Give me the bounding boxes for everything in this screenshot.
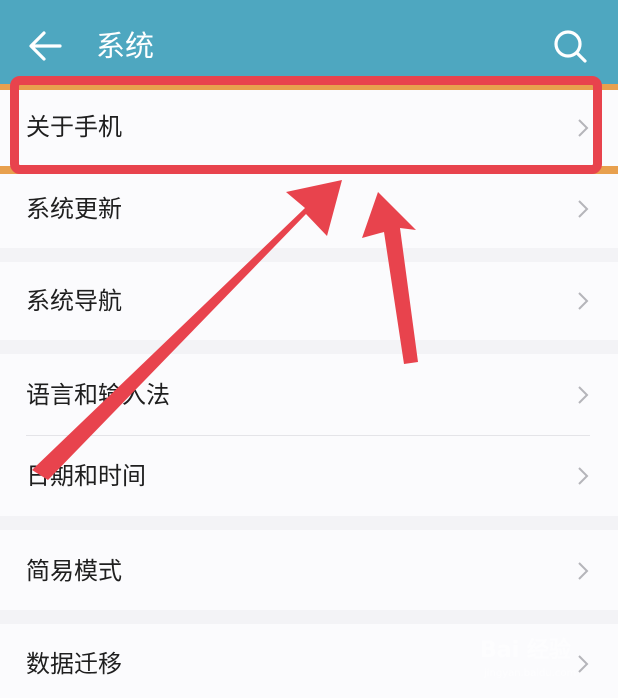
watermark-text: Bai 经验 bbox=[480, 638, 571, 663]
watermark-subtext: jingyan.baidu.com bbox=[484, 668, 577, 679]
watermark-logo: Bai 经验 jingyan.baidu.com bbox=[476, 630, 596, 690]
arrow-left-annotation bbox=[32, 180, 342, 480]
annotation-arrows bbox=[32, 180, 418, 480]
arrow-right-annotation bbox=[362, 192, 418, 364]
